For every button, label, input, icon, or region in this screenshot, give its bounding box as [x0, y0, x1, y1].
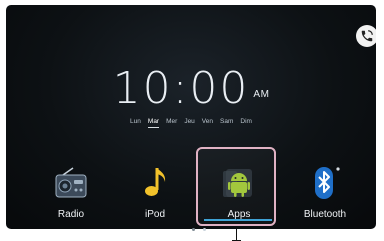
- weekday-sam: Sam: [220, 118, 234, 125]
- ipod-label: iPod: [144, 209, 165, 220]
- weekday-dim: Dim: [240, 118, 252, 125]
- weekday-ven: Ven: [201, 118, 214, 125]
- music-note-icon: [137, 165, 173, 201]
- clock-time: 10:00: [112, 63, 250, 114]
- apps-selection-frame: [196, 147, 276, 226]
- clock-ampm: AM: [253, 89, 270, 100]
- app-dock: Radio iPod Apps Bluetooth: [6, 151, 376, 223]
- weekday-jeu: Jeu: [184, 118, 195, 125]
- weekday-mar: Mar: [147, 118, 160, 128]
- bluetooth-icon: [307, 165, 343, 201]
- weekday-mer: Mer: [166, 118, 178, 125]
- page-indicator-dot: [192, 228, 195, 231]
- ipod-app[interactable]: iPod: [119, 151, 191, 223]
- clock-display: 10:00 AM: [6, 63, 376, 114]
- bluetooth-app[interactable]: Bluetooth: [289, 151, 361, 223]
- home-screen: 10:00 AM Lun Mar Mer Jeu Ven Sam Dim Rad…: [6, 5, 376, 229]
- phone-icon: [361, 30, 373, 42]
- radio-icon: [53, 165, 89, 201]
- radio-label: Radio: [57, 209, 85, 220]
- bluetooth-label: Bluetooth: [303, 209, 347, 220]
- radio-app[interactable]: Radio: [35, 151, 107, 223]
- page-indicator-dot-active: [203, 228, 206, 231]
- phone-button[interactable]: [356, 25, 376, 47]
- weekday-lun: Lun: [130, 118, 141, 125]
- weekday-row: Lun Mar Mer Jeu Ven Sam Dim: [6, 118, 376, 128]
- apps-selection-underline: [204, 219, 272, 221]
